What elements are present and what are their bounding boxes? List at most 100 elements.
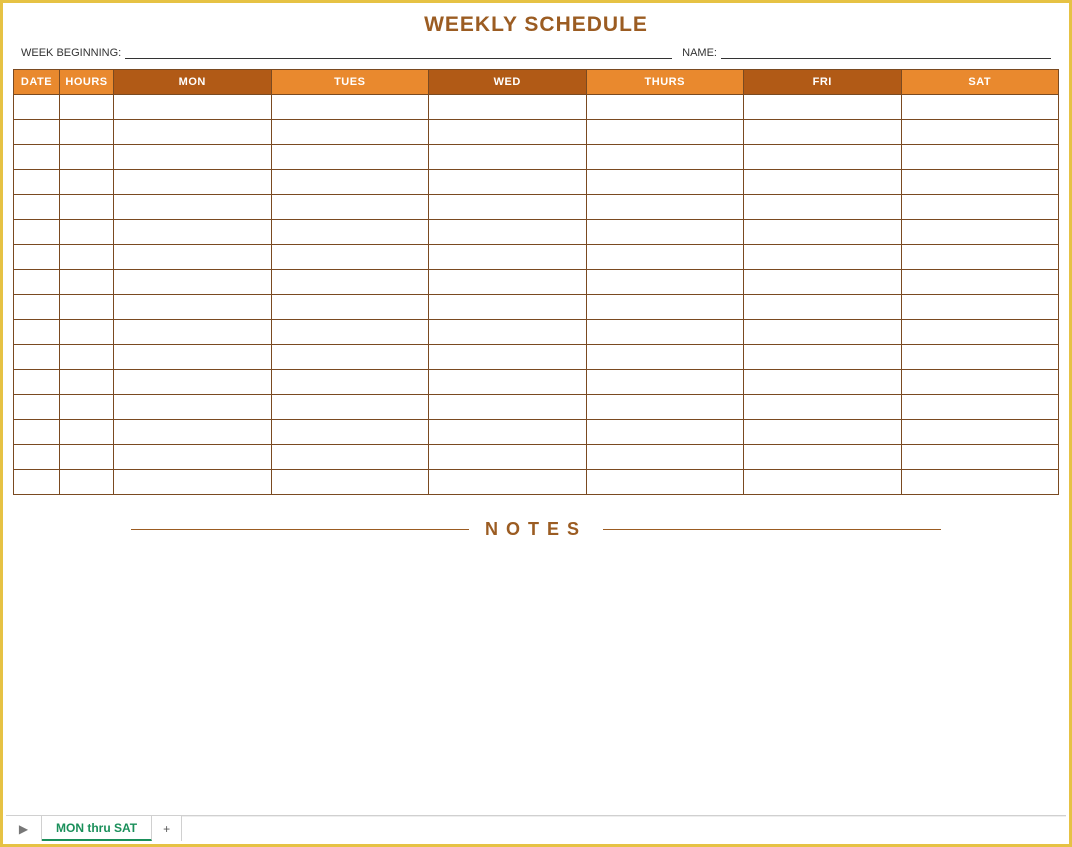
table-cell[interactable] xyxy=(114,470,272,495)
week-beginning-input[interactable] xyxy=(125,45,672,59)
table-cell[interactable] xyxy=(271,420,429,445)
table-cell[interactable] xyxy=(271,220,429,245)
table-cell[interactable] xyxy=(901,420,1059,445)
table-cell[interactable] xyxy=(60,370,114,395)
table-cell[interactable] xyxy=(586,195,744,220)
table-cell[interactable] xyxy=(60,320,114,345)
table-cell[interactable] xyxy=(114,295,272,320)
table-cell[interactable] xyxy=(14,370,60,395)
name-input[interactable] xyxy=(721,45,1051,59)
table-cell[interactable] xyxy=(901,245,1059,270)
table-cell[interactable] xyxy=(744,420,902,445)
table-cell[interactable] xyxy=(271,145,429,170)
table-cell[interactable] xyxy=(60,120,114,145)
table-cell[interactable] xyxy=(429,145,587,170)
table-cell[interactable] xyxy=(744,470,902,495)
table-cell[interactable] xyxy=(744,395,902,420)
table-cell[interactable] xyxy=(429,420,587,445)
table-cell[interactable] xyxy=(586,220,744,245)
table-cell[interactable] xyxy=(744,170,902,195)
table-cell[interactable] xyxy=(14,245,60,270)
table-cell[interactable] xyxy=(271,170,429,195)
table-cell[interactable] xyxy=(744,120,902,145)
table-cell[interactable] xyxy=(429,470,587,495)
table-cell[interactable] xyxy=(114,420,272,445)
table-cell[interactable] xyxy=(744,95,902,120)
table-cell[interactable] xyxy=(586,345,744,370)
table-cell[interactable] xyxy=(429,220,587,245)
table-cell[interactable] xyxy=(60,345,114,370)
table-cell[interactable] xyxy=(271,370,429,395)
table-cell[interactable] xyxy=(586,370,744,395)
table-cell[interactable] xyxy=(901,295,1059,320)
table-cell[interactable] xyxy=(60,195,114,220)
table-cell[interactable] xyxy=(14,395,60,420)
table-cell[interactable] xyxy=(60,395,114,420)
table-cell[interactable] xyxy=(744,370,902,395)
table-cell[interactable] xyxy=(114,445,272,470)
table-cell[interactable] xyxy=(114,145,272,170)
table-cell[interactable] xyxy=(60,420,114,445)
table-cell[interactable] xyxy=(14,470,60,495)
table-cell[interactable] xyxy=(60,245,114,270)
table-cell[interactable] xyxy=(901,370,1059,395)
table-cell[interactable] xyxy=(271,445,429,470)
table-cell[interactable] xyxy=(744,145,902,170)
table-cell[interactable] xyxy=(271,295,429,320)
table-cell[interactable] xyxy=(60,145,114,170)
table-cell[interactable] xyxy=(14,270,60,295)
table-cell[interactable] xyxy=(114,170,272,195)
table-cell[interactable] xyxy=(586,95,744,120)
table-cell[interactable] xyxy=(114,320,272,345)
table-cell[interactable] xyxy=(14,445,60,470)
table-cell[interactable] xyxy=(60,270,114,295)
table-cell[interactable] xyxy=(60,170,114,195)
table-cell[interactable] xyxy=(744,445,902,470)
table-cell[interactable] xyxy=(114,195,272,220)
table-cell[interactable] xyxy=(901,145,1059,170)
table-cell[interactable] xyxy=(901,120,1059,145)
table-cell[interactable] xyxy=(744,270,902,295)
table-cell[interactable] xyxy=(586,245,744,270)
table-cell[interactable] xyxy=(901,445,1059,470)
table-cell[interactable] xyxy=(429,370,587,395)
table-cell[interactable] xyxy=(586,145,744,170)
table-cell[interactable] xyxy=(744,245,902,270)
table-cell[interactable] xyxy=(901,270,1059,295)
table-cell[interactable] xyxy=(114,245,272,270)
table-cell[interactable] xyxy=(586,120,744,145)
table-cell[interactable] xyxy=(586,295,744,320)
table-cell[interactable] xyxy=(271,395,429,420)
table-cell[interactable] xyxy=(429,445,587,470)
table-cell[interactable] xyxy=(14,420,60,445)
table-cell[interactable] xyxy=(901,395,1059,420)
table-cell[interactable] xyxy=(14,320,60,345)
table-cell[interactable] xyxy=(744,220,902,245)
table-cell[interactable] xyxy=(429,270,587,295)
table-cell[interactable] xyxy=(60,445,114,470)
table-cell[interactable] xyxy=(271,320,429,345)
table-cell[interactable] xyxy=(271,345,429,370)
table-cell[interactable] xyxy=(429,120,587,145)
table-cell[interactable] xyxy=(744,195,902,220)
table-cell[interactable] xyxy=(114,370,272,395)
table-cell[interactable] xyxy=(271,120,429,145)
table-cell[interactable] xyxy=(744,295,902,320)
table-cell[interactable] xyxy=(114,270,272,295)
table-cell[interactable] xyxy=(14,120,60,145)
table-cell[interactable] xyxy=(114,395,272,420)
table-cell[interactable] xyxy=(14,220,60,245)
table-cell[interactable] xyxy=(14,345,60,370)
table-cell[interactable] xyxy=(14,170,60,195)
table-cell[interactable] xyxy=(271,470,429,495)
table-cell[interactable] xyxy=(60,470,114,495)
table-cell[interactable] xyxy=(429,195,587,220)
table-cell[interactable] xyxy=(586,420,744,445)
table-cell[interactable] xyxy=(60,295,114,320)
table-cell[interactable] xyxy=(744,345,902,370)
table-cell[interactable] xyxy=(271,245,429,270)
table-cell[interactable] xyxy=(14,145,60,170)
table-cell[interactable] xyxy=(114,95,272,120)
table-cell[interactable] xyxy=(901,345,1059,370)
table-cell[interactable] xyxy=(744,320,902,345)
